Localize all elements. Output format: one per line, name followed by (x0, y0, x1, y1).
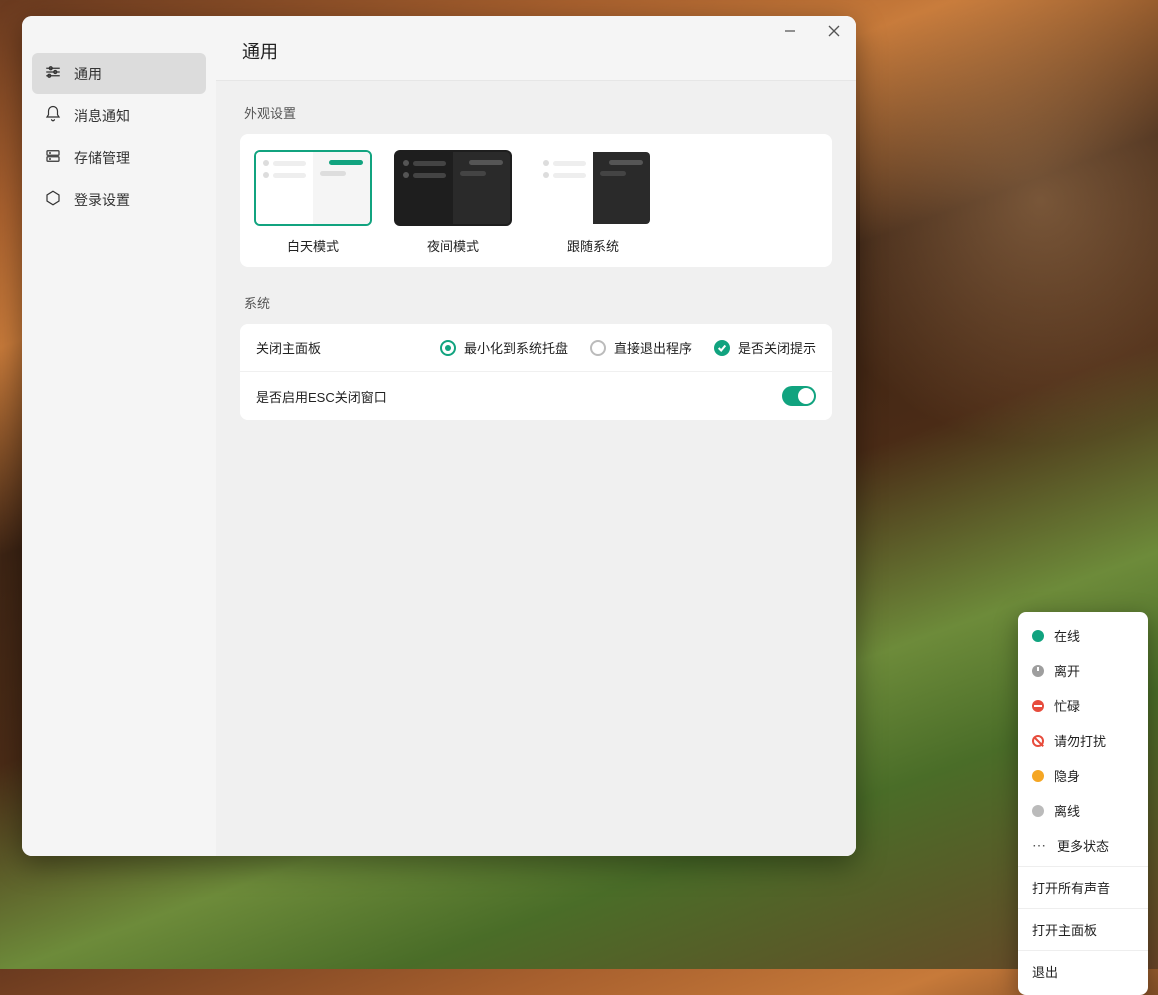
sidebar-item-notifications[interactable]: 消息通知 (32, 95, 206, 136)
theme-night[interactable]: 夜间模式 (394, 150, 512, 255)
separator (1018, 950, 1148, 951)
radio-exit-directly[interactable]: 直接退出程序 (590, 338, 692, 357)
theme-system-thumb (534, 150, 652, 226)
sidebar-item-label: 通用 (74, 64, 102, 84)
window-controls (768, 16, 856, 46)
esc-label: 是否启用ESC关闭窗口 (256, 387, 387, 406)
status-away[interactable]: 离开 (1018, 653, 1148, 688)
sliders-icon (44, 63, 62, 84)
content-body: 外观设置 (216, 81, 856, 856)
theme-night-thumb (394, 150, 512, 226)
status-label: 离线 (1054, 801, 1080, 820)
online-icon (1032, 630, 1044, 642)
esc-toggle[interactable] (782, 386, 816, 406)
theme-label: 白天模式 (254, 236, 372, 255)
invisible-icon (1032, 770, 1044, 782)
esc-row: 是否启用ESC关闭窗口 (240, 371, 832, 420)
status-label: 请勿打扰 (1054, 731, 1106, 750)
sidebar-item-label: 消息通知 (74, 106, 130, 126)
radio-icon (590, 340, 606, 356)
away-icon (1032, 665, 1044, 677)
status-online[interactable]: 在线 (1018, 618, 1148, 653)
busy-icon (1032, 700, 1044, 712)
radio-icon (440, 340, 456, 356)
sidebar-item-login[interactable]: 登录设置 (32, 179, 206, 220)
more-status-label: 更多状态 (1057, 836, 1109, 855)
status-busy[interactable]: 忙碌 (1018, 688, 1148, 723)
check-close-prompt[interactable]: 是否关闭提示 (714, 338, 816, 357)
radio-label: 最小化到系统托盘 (464, 338, 568, 357)
bell-icon (44, 105, 62, 126)
theme-label: 跟随系统 (534, 236, 652, 255)
separator (1018, 908, 1148, 909)
action-open-sounds[interactable]: 打开所有声音 (1018, 870, 1148, 905)
action-open-main-panel[interactable]: 打开主面板 (1018, 912, 1148, 947)
sidebar-item-general[interactable]: 通用 (32, 53, 206, 94)
dnd-icon (1032, 735, 1044, 747)
status-label: 离开 (1054, 661, 1080, 680)
status-label: 隐身 (1054, 766, 1080, 785)
status-label: 在线 (1054, 626, 1080, 645)
action-label: 打开主面板 (1032, 920, 1097, 939)
close-button[interactable] (812, 16, 856, 46)
offline-icon (1032, 805, 1044, 817)
theme-card: 白天模式 (240, 134, 832, 267)
action-exit[interactable]: 退出 (1018, 954, 1148, 989)
radio-minimize-to-tray[interactable]: 最小化到系统托盘 (440, 338, 568, 357)
theme-day-thumb (254, 150, 372, 226)
ellipsis-icon: ⋯ (1032, 837, 1047, 854)
close-panel-label: 关闭主面板 (256, 338, 321, 357)
theme-system[interactable]: 跟随系统 (534, 150, 652, 255)
sidebar-item-label: 存储管理 (74, 148, 130, 168)
status-invisible[interactable]: 隐身 (1018, 758, 1148, 793)
sidebar: 通用 消息通知 存储管理 登录设置 (22, 16, 216, 856)
system-section-label: 系统 (244, 293, 828, 312)
page-title: 通用 (216, 16, 856, 81)
status-offline[interactable]: 离线 (1018, 793, 1148, 828)
action-label: 退出 (1032, 962, 1058, 981)
radio-label: 直接退出程序 (614, 338, 692, 357)
check-label: 是否关闭提示 (738, 338, 816, 357)
sidebar-item-label: 登录设置 (74, 190, 130, 210)
hexagon-icon (44, 189, 62, 210)
close-panel-row: 关闭主面板 最小化到系统托盘 直接退出程序 (240, 324, 832, 371)
appearance-section-label: 外观设置 (244, 103, 828, 122)
theme-label: 夜间模式 (394, 236, 512, 255)
content: 通用 外观设置 (216, 16, 856, 856)
separator (1018, 866, 1148, 867)
theme-day[interactable]: 白天模式 (254, 150, 372, 255)
settings-window: 通用 消息通知 存储管理 登录设置 通用 外观设置 (22, 16, 856, 856)
status-context-menu: 在线 离开 忙碌 请勿打扰 隐身 离线 ⋯ 更多状态 打开所有声音 打开主面板 … (1018, 612, 1148, 995)
server-icon (44, 147, 62, 168)
checkmark-icon (714, 340, 730, 356)
action-label: 打开所有声音 (1032, 878, 1110, 897)
system-group: 关闭主面板 最小化到系统托盘 直接退出程序 (240, 324, 832, 420)
status-dnd[interactable]: 请勿打扰 (1018, 723, 1148, 758)
minimize-button[interactable] (768, 16, 812, 46)
sidebar-item-storage[interactable]: 存储管理 (32, 137, 206, 178)
status-label: 忙碌 (1054, 696, 1080, 715)
more-status[interactable]: ⋯ 更多状态 (1018, 828, 1148, 863)
